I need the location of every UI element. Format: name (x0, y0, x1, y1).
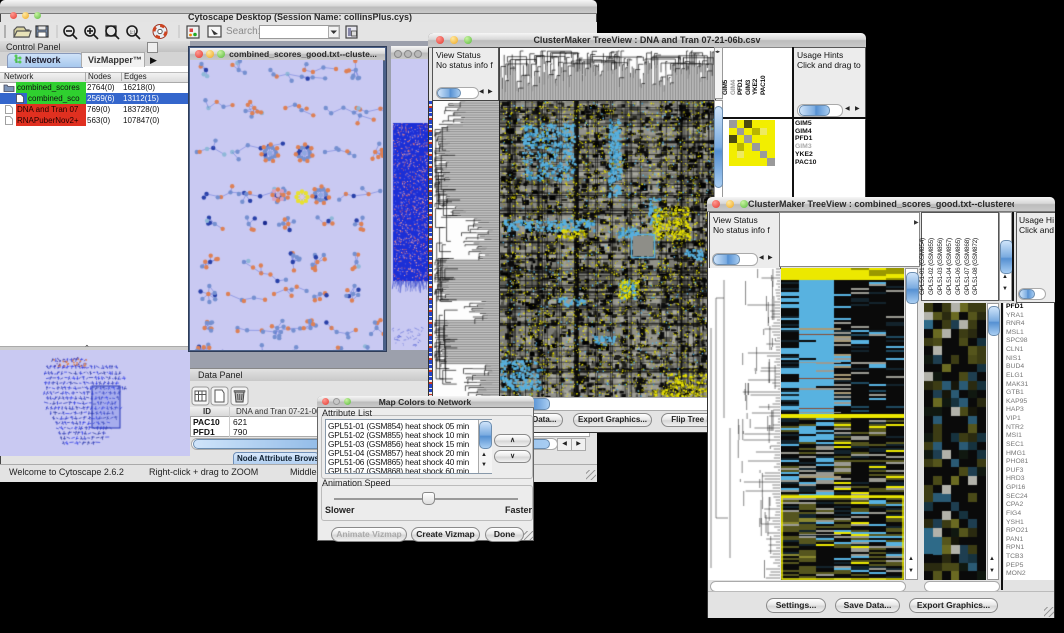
svg-text:1:1: 1:1 (130, 30, 137, 35)
